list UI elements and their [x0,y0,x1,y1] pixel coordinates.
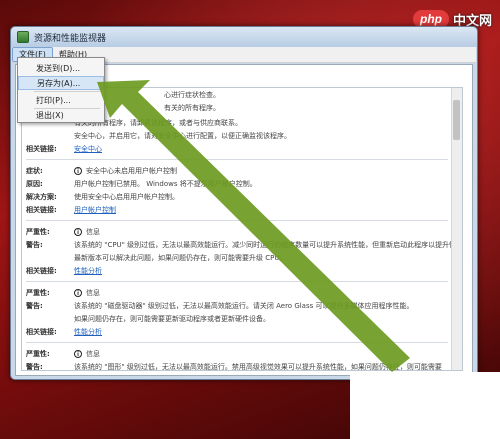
arrow-pointer-icon [97,80,410,372]
white-corner-area [350,372,500,439]
